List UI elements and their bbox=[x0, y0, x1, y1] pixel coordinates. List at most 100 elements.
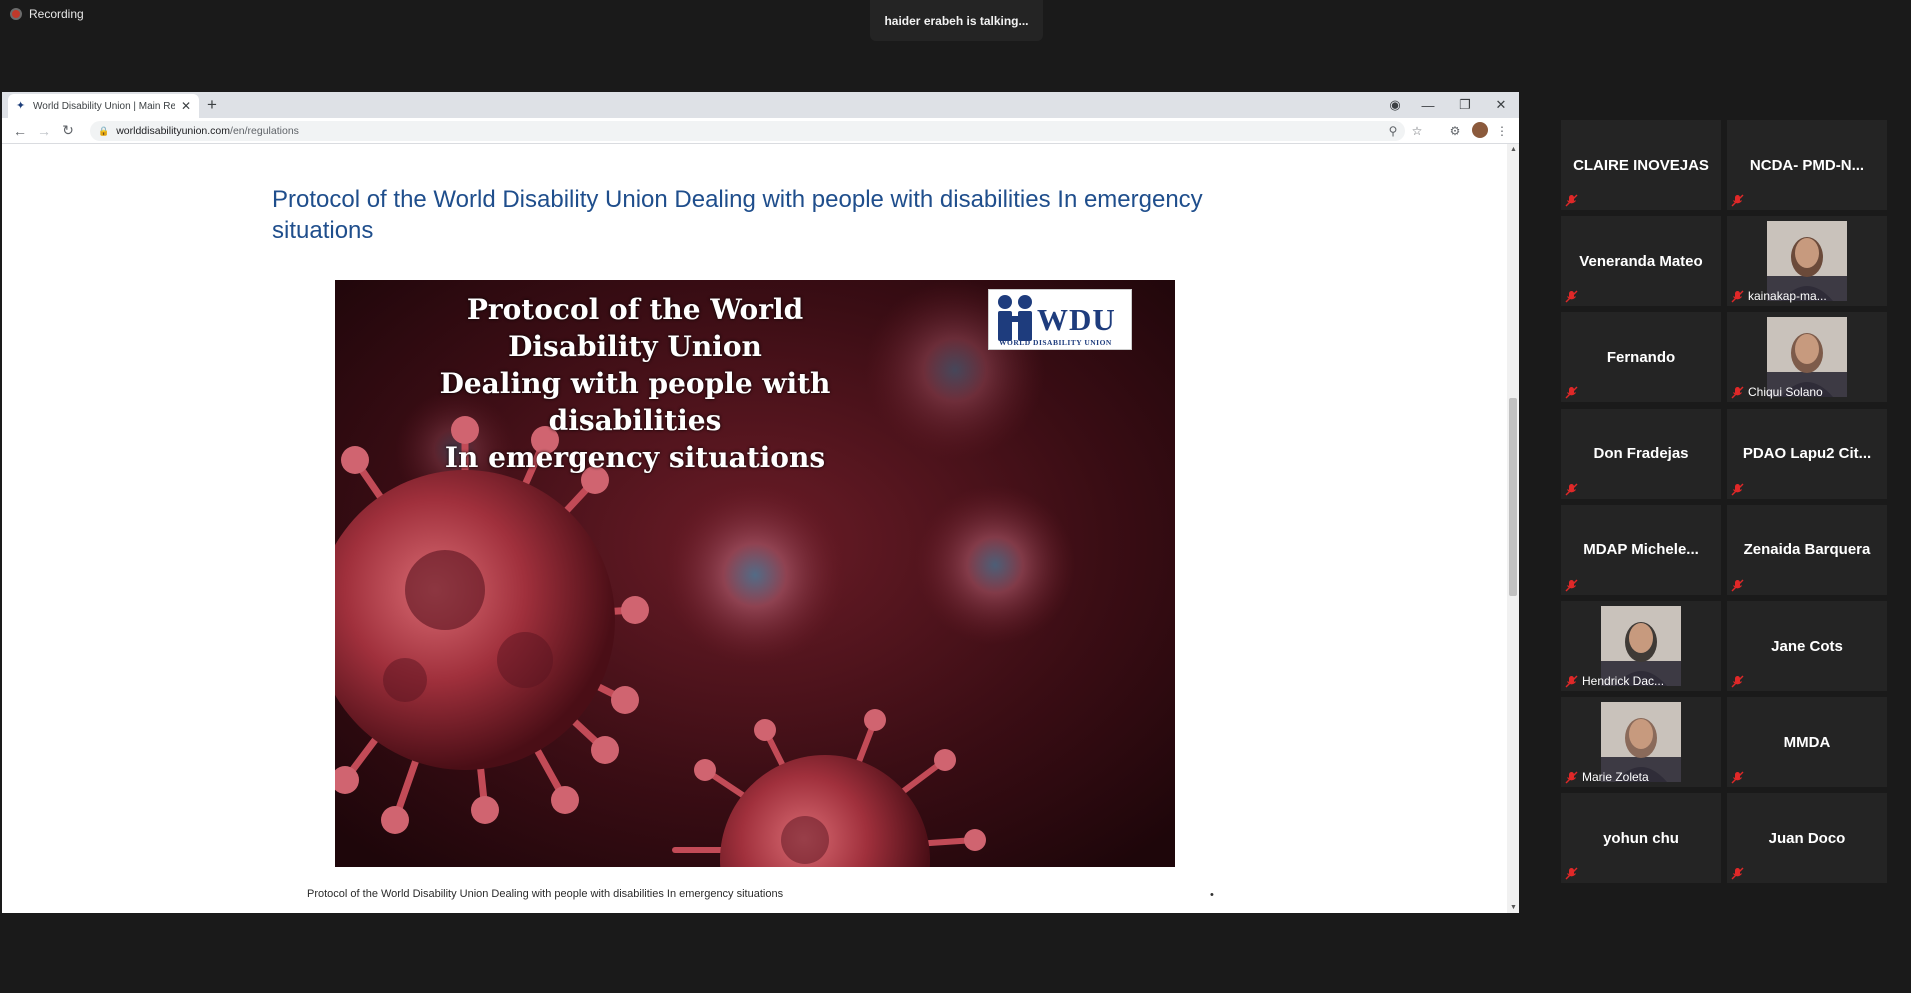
recording-indicator[interactable]: Recording bbox=[10, 7, 84, 21]
participant-footer bbox=[1731, 867, 1744, 880]
recording-label: Recording bbox=[29, 7, 84, 21]
mic-muted-icon bbox=[1565, 867, 1578, 880]
participant-tile[interactable]: Jane Cots bbox=[1727, 601, 1887, 691]
browser-toolbar: ← → ↻ 🔒 worlddisabilityunion.com/en/regu… bbox=[2, 118, 1519, 144]
close-tab-icon[interactable]: ✕ bbox=[181, 99, 191, 113]
wdu-logo: WDU WORLD DISABILITY UNION bbox=[988, 289, 1132, 350]
mic-muted-icon bbox=[1731, 386, 1744, 399]
mic-muted-icon bbox=[1731, 290, 1744, 303]
participant-footer: kainakap-ma... bbox=[1731, 289, 1827, 303]
participant-footer bbox=[1565, 194, 1578, 207]
participant-footer: Chiqui Solano bbox=[1731, 385, 1823, 399]
forward-icon[interactable]: → bbox=[32, 123, 56, 139]
participant-tile[interactable]: Veneranda Mateo bbox=[1561, 216, 1721, 307]
participant-footer bbox=[1565, 579, 1578, 592]
participant-name: PDAO Lapu2 Cit... bbox=[1742, 445, 1872, 463]
mic-muted-icon bbox=[1565, 579, 1578, 592]
bullet-marker: • bbox=[1210, 889, 1214, 901]
participant-tile[interactable]: Marie Zoleta bbox=[1561, 697, 1721, 788]
logo-subtext: WORLD DISABILITY UNION bbox=[999, 338, 1112, 347]
zoom-icon[interactable]: ⚲ bbox=[1382, 124, 1404, 138]
mic-muted-icon bbox=[1565, 771, 1578, 784]
mic-muted-icon bbox=[1731, 867, 1744, 880]
mic-muted-icon bbox=[1565, 483, 1578, 496]
image-caption: Protocol of the World Disability Union D… bbox=[307, 888, 784, 900]
participant-tile[interactable]: Fernando bbox=[1561, 312, 1721, 403]
close-window-icon[interactable]: ✕ bbox=[1483, 92, 1519, 118]
participant-tile[interactable]: Don Fradejas bbox=[1561, 408, 1721, 499]
banner-heading: Protocol of the World Disability Union D… bbox=[439, 293, 831, 474]
record-icon bbox=[10, 8, 22, 20]
participant-tile[interactable]: PDAO Lapu2 Cit... bbox=[1727, 408, 1887, 499]
address-bar[interactable]: 🔒 worlddisabilityunion.com/en/regulation… bbox=[90, 121, 1405, 141]
participant-footer bbox=[1565, 386, 1578, 399]
lock-icon[interactable]: 🔒 bbox=[98, 126, 109, 137]
web-page-content: Protocol of the World Disability Union D… bbox=[2, 144, 1519, 913]
participant-footer bbox=[1731, 675, 1744, 688]
mic-muted-icon bbox=[1731, 483, 1744, 496]
star-icon[interactable]: ☆ bbox=[1404, 124, 1430, 138]
participant-name: CLAIRE INOVEJAS bbox=[1573, 156, 1709, 174]
extensions-icon[interactable]: ⚙ bbox=[1442, 124, 1468, 138]
scroll-up-icon[interactable]: ▲ bbox=[1510, 146, 1517, 153]
people-logo-icon bbox=[998, 295, 1032, 341]
participant-name: Veneranda Mateo bbox=[1579, 252, 1703, 270]
logo-text: WDU bbox=[1037, 302, 1116, 337]
active-speaker-indicator: haider erabeh is talking... bbox=[870, 0, 1043, 41]
participant-name: Zenaida Barquera bbox=[1743, 541, 1871, 559]
scroll-thumb[interactable] bbox=[1509, 398, 1517, 596]
participant-name: yohun chu bbox=[1603, 829, 1679, 847]
shared-browser-window: ✦ World Disability Union | Main Re ✕ + ◉… bbox=[2, 92, 1519, 913]
participant-tile[interactable]: Chiqui Solano bbox=[1727, 312, 1887, 403]
restore-icon[interactable]: ❐ bbox=[1447, 92, 1483, 118]
participant-tile[interactable]: MDAP Michele... bbox=[1561, 504, 1721, 595]
site-favicon-icon: ✦ bbox=[16, 100, 26, 112]
mic-muted-icon bbox=[1565, 386, 1578, 399]
tab-search-icon[interactable]: ◉ bbox=[1377, 92, 1413, 118]
browser-tab[interactable]: ✦ World Disability Union | Main Re ✕ bbox=[8, 94, 199, 118]
profile-icon[interactable] bbox=[1468, 121, 1492, 141]
participant-name: Chiqui Solano bbox=[1748, 385, 1823, 400]
mic-muted-icon bbox=[1565, 194, 1578, 207]
page-title: Protocol of the World Disability Union D… bbox=[272, 186, 1203, 244]
participant-name: Jane Cots bbox=[1771, 637, 1843, 655]
participant-footer bbox=[1565, 290, 1578, 303]
menu-icon[interactable]: ⋮ bbox=[1492, 124, 1512, 138]
back-icon[interactable]: ← bbox=[8, 123, 32, 139]
participant-name: Hendrick Dac... bbox=[1582, 674, 1665, 688]
participant-footer bbox=[1565, 483, 1578, 496]
participant-tile[interactable]: CLAIRE INOVEJAS bbox=[1561, 120, 1721, 210]
participant-footer: Hendrick Dac... bbox=[1565, 674, 1664, 688]
mic-muted-icon bbox=[1731, 579, 1744, 592]
participant-name: Fernando bbox=[1606, 348, 1676, 366]
url-text[interactable]: worlddisabilityunion.com/en/regulations bbox=[116, 125, 299, 137]
minimize-icon[interactable]: — bbox=[1410, 92, 1446, 118]
participant-name: Juan Doco bbox=[1768, 829, 1846, 847]
page-scrollbar[interactable]: ▲ ▼ bbox=[1507, 144, 1519, 913]
new-tab-icon[interactable]: + bbox=[207, 95, 217, 115]
scroll-down-icon[interactable]: ▼ bbox=[1510, 904, 1517, 911]
participant-tile[interactable]: NCDA- PMD-N... bbox=[1727, 120, 1887, 210]
reload-icon[interactable]: ↻ bbox=[56, 122, 80, 139]
participant-tile[interactable]: Zenaida Barquera bbox=[1727, 504, 1887, 595]
participant-name: Don Fradejas bbox=[1593, 445, 1689, 463]
participant-footer: Marie Zoleta bbox=[1565, 770, 1649, 784]
participant-tile[interactable]: MMDA bbox=[1727, 697, 1887, 788]
mic-muted-icon bbox=[1731, 675, 1744, 688]
participant-name: MDAP Michele... bbox=[1583, 541, 1699, 559]
participant-name: NCDA- PMD-N... bbox=[1749, 156, 1865, 174]
participant-tile[interactable]: Hendrick Dac... bbox=[1561, 601, 1721, 691]
tab-title: World Disability Union | Main Re bbox=[33, 100, 175, 112]
participant-tile[interactable]: yohun chu bbox=[1561, 793, 1721, 884]
participant-footer bbox=[1731, 579, 1744, 592]
participant-tile[interactable]: Juan Doco bbox=[1727, 793, 1887, 884]
protocol-banner-image: Protocol of the World Disability Union D… bbox=[335, 280, 1175, 867]
mic-muted-icon bbox=[1731, 771, 1744, 784]
tab-strip: ✦ World Disability Union | Main Re ✕ + ◉… bbox=[2, 92, 1519, 118]
participant-footer bbox=[1731, 483, 1744, 496]
participant-footer bbox=[1731, 771, 1744, 784]
participant-name: MMDA bbox=[1783, 733, 1831, 751]
mic-muted-icon bbox=[1565, 675, 1578, 688]
participant-tile[interactable]: kainakap-ma... bbox=[1727, 216, 1887, 307]
participant-footer bbox=[1565, 867, 1578, 880]
